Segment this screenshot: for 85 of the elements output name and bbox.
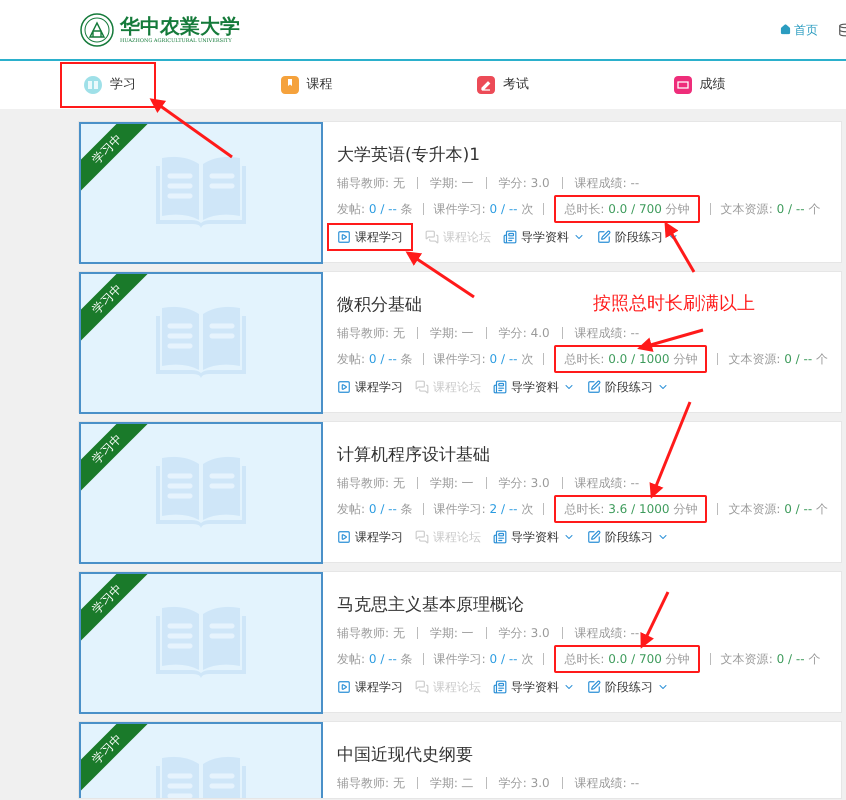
course-stat: 发帖: 0 / -- 条 — [337, 201, 413, 218]
course-meta: 学期: 一 — [430, 175, 474, 192]
course-meta: 课程成绩: -- — [574, 175, 640, 192]
course-meta: 学分: 3.0 — [498, 475, 550, 492]
play-icon — [337, 680, 351, 694]
course-stat: 总时长: 0.0 / 700 分钟 — [554, 195, 700, 223]
book-icon — [154, 156, 248, 230]
course-stat: 课件学习: 2 / -- 次 — [434, 501, 534, 518]
course-meta: 课程成绩: -- — [574, 625, 640, 642]
course-meta: 辅导教师: 无 — [337, 775, 405, 792]
document-icon — [503, 230, 517, 244]
course-action[interactable]: 导学资料 — [493, 378, 575, 396]
course-meta: 学分: 3.0 — [498, 175, 550, 192]
university-emblem-icon — [80, 12, 114, 46]
course-action[interactable]: 导学资料 — [493, 678, 575, 696]
course-title: 微积分基础 — [337, 294, 422, 316]
course-action[interactable]: 课程学习 — [327, 223, 413, 251]
edit-icon — [587, 530, 601, 544]
course-meta: 辅导教师: 无 — [337, 175, 405, 192]
course-stat: 文本资源: 0 / -- 个 — [728, 501, 828, 518]
course-action[interactable]: 课程学习 — [337, 678, 403, 696]
course-action[interactable]: 导学资料 — [493, 528, 575, 546]
course-action[interactable]: 导学资料 — [503, 228, 585, 246]
annotation-arrow — [664, 221, 696, 273]
course-title: 计算机程序设计基础 — [337, 444, 490, 466]
course-stat: 文本资源: 0 / -- 个 — [720, 651, 820, 668]
course-stat: 文本资源: 0 / -- 个 — [728, 351, 828, 368]
course-stat: 课件学习: 0 / -- 次 — [434, 201, 534, 218]
course-meta: 学期: 一 — [430, 325, 474, 342]
course-stat: 发帖: 0 / -- 条 — [337, 501, 413, 518]
course-action[interactable]: 阶段练习 — [587, 678, 669, 696]
course-action[interactable]: 阶段练习 — [587, 528, 669, 546]
course-stat: 发帖: 0 / -- 条 — [337, 651, 413, 668]
course-meta: 课程成绩: -- — [574, 475, 640, 492]
play-icon — [337, 380, 351, 394]
pencil-icon — [477, 76, 495, 94]
course-title: 马克思主义基本原理概论 — [337, 594, 524, 616]
course-stat: 总时长: 0.0 / 700 分钟 — [554, 645, 700, 673]
chat-icon — [415, 680, 429, 694]
annotation-arrow — [637, 328, 704, 352]
course-title: 中国近现代史纲要 — [337, 744, 473, 766]
play-icon — [337, 230, 351, 244]
course-stat: 课件学习: 0 / -- 次 — [434, 351, 534, 368]
chat-icon — [425, 230, 439, 244]
course-stat: 课件学习: 0 / -- 次 — [434, 651, 534, 668]
nav-tab[interactable]: 课程 — [256, 62, 352, 108]
chat-icon — [415, 530, 429, 544]
nav-tab[interactable]: 考试 — [453, 62, 548, 108]
course-meta: 课程成绩: -- — [574, 325, 640, 342]
course-meta: 学分: 3.0 — [498, 625, 550, 642]
course-meta: 学分: 3.0 — [498, 775, 550, 792]
course-meta: 学期: 二 — [430, 775, 474, 792]
course-meta: 辅导教师: 无 — [337, 325, 405, 342]
course-meta: 学期: 一 — [430, 475, 474, 492]
edit-icon — [587, 380, 601, 394]
score-icon — [674, 76, 692, 94]
nav-tab[interactable]: 成绩 — [650, 62, 745, 108]
nav-tab[interactable]: 学习 — [60, 62, 156, 108]
course-action[interactable]: 课程学习 — [337, 528, 403, 546]
play-icon — [337, 530, 351, 544]
annotation-arrow — [640, 591, 670, 649]
course-stat: 文本资源: 0 / -- 个 — [720, 201, 820, 218]
edit-icon — [597, 230, 611, 244]
course-stat: 总时长: 0.0 / 1000 分钟 — [554, 345, 708, 373]
course-title: 大学英语(专升本)1 — [337, 144, 480, 166]
course-action[interactable]: 阶段练习 — [597, 228, 679, 246]
document-icon — [493, 530, 507, 544]
chat-icon — [415, 380, 429, 394]
bookmark-icon — [280, 76, 298, 94]
course-stat: 发帖: 0 / -- 条 — [337, 351, 413, 368]
course-meta: 辅导教师: 无 — [337, 475, 405, 492]
document-icon — [493, 680, 507, 694]
study-icon — [84, 76, 102, 94]
course-action[interactable]: 阶段练习 — [587, 378, 669, 396]
course-meta: 学期: 一 — [430, 625, 474, 642]
university-name: 华中农業大学 — [120, 14, 240, 38]
annotation-text: 按照总时长刷满以上 — [593, 292, 755, 316]
course-meta: 课程成绩: -- — [574, 775, 640, 792]
course-action[interactable]: 课程学习 — [337, 378, 403, 396]
document-icon — [493, 380, 507, 394]
course-meta: 辅导教师: 无 — [337, 625, 405, 642]
course-meta: 学分: 4.0 — [498, 325, 550, 342]
home-icon — [780, 24, 791, 35]
course-stat: 总时长: 3.6 / 1000 分钟 — [554, 495, 708, 523]
edit-icon — [587, 680, 601, 694]
